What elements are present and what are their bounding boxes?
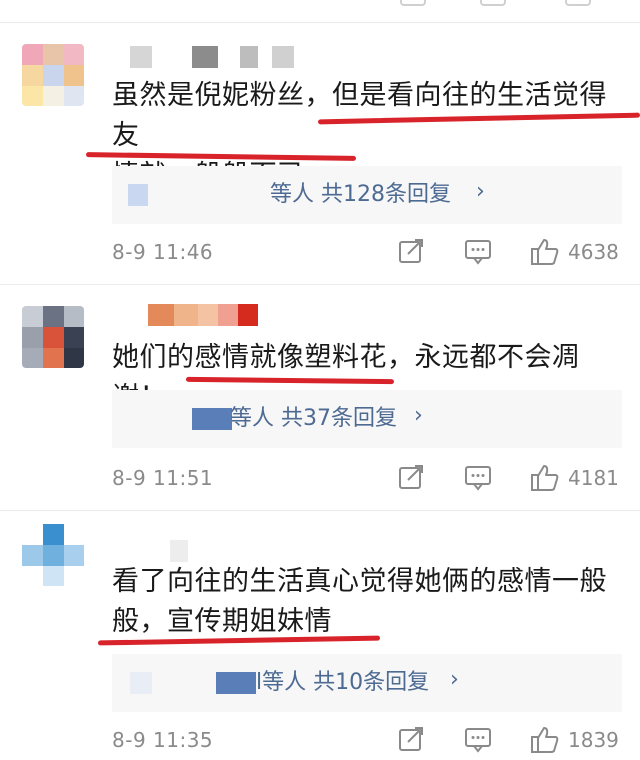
like-count: 4181 (568, 466, 619, 490)
divider (0, 284, 640, 285)
share-icon[interactable] (398, 464, 424, 494)
divider (0, 22, 640, 23)
like-icon[interactable] (530, 238, 560, 270)
previous-comment-footer-cropped (0, 0, 640, 14)
comment-text: 看了向往的生活真心觉得她俩的感情一般 般，宣传期姐妹情 (112, 562, 622, 642)
comment-icon[interactable] (464, 726, 492, 758)
avatar-pixelated[interactable] (22, 306, 84, 368)
reply-summary-box[interactable]: l等人 共10条回复 › (112, 654, 622, 712)
reply-user-blurred (130, 672, 152, 694)
like-icon[interactable] (530, 726, 560, 758)
comment-icon[interactable] (464, 238, 492, 270)
reply-summary-text[interactable]: l等人 共10条回复 (256, 668, 429, 698)
chevron-right-icon: › (414, 403, 423, 428)
reply-user-blurred (216, 672, 256, 694)
chevron-right-icon: › (476, 179, 485, 204)
reply-summary-text[interactable]: 等人 共128条回复 (270, 180, 451, 210)
reply-summary-box[interactable]: 等人 共37条回复 › (112, 390, 622, 448)
reply-summary-text[interactable]: 等人 共37条回复 (230, 404, 397, 434)
comment-time: 8-9 11:51 (112, 466, 214, 490)
avatar-pixelated[interactable] (22, 44, 84, 106)
comment-icon[interactable] (464, 464, 492, 496)
username-blurred[interactable] (112, 46, 302, 70)
share-icon[interactable] (398, 726, 424, 756)
comment-time: 8-9 11:46 (112, 240, 214, 264)
avatar-pixelated[interactable] (22, 524, 84, 586)
like-count: 4638 (568, 240, 619, 264)
comment-time: 8-9 11:35 (112, 728, 214, 752)
comment-text-line: 看了向往的生活真心觉得她俩的感情一般 (112, 566, 607, 597)
reply-user-blurred (128, 184, 148, 206)
comment-footer: 8-9 11:35 1839 (0, 726, 640, 760)
like-icon[interactable] (530, 464, 560, 496)
like-count: 1839 (568, 728, 619, 752)
share-icon[interactable] (398, 238, 424, 268)
previous-footer-icons (400, 0, 620, 8)
username-blurred[interactable] (112, 540, 192, 564)
reply-user-blurred (192, 408, 232, 430)
reply-summary-box[interactable]: 等人 共128条回复 › (112, 166, 622, 224)
comment-footer: 8-9 11:46 4638 (0, 238, 640, 272)
divider (0, 510, 640, 511)
chevron-right-icon: › (450, 667, 459, 692)
comment-footer: 8-9 11:51 4181 (0, 464, 640, 498)
username-blurred[interactable] (112, 304, 258, 328)
